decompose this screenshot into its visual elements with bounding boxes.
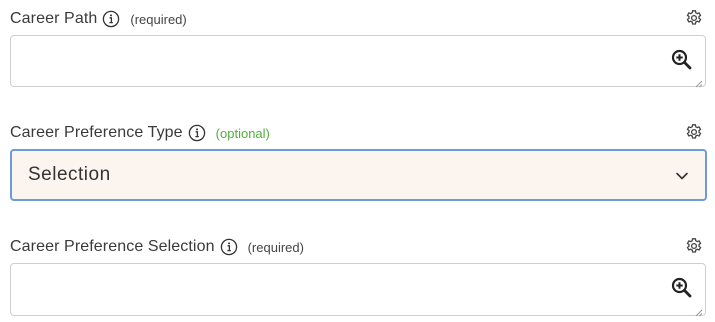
gear-icon[interactable] bbox=[685, 123, 703, 141]
optional-tag: (optional) bbox=[215, 125, 270, 141]
zoom-in-icon[interactable] bbox=[671, 277, 692, 298]
career-preference-type-label-row: Career Preference Type (optional) bbox=[10, 122, 270, 144]
resize-handle-icon[interactable] bbox=[694, 304, 703, 317]
career-preference-type-select[interactable]: Selection bbox=[10, 149, 707, 201]
career-path-label-row: Career Path (required) bbox=[10, 8, 187, 30]
career-path-input[interactable] bbox=[10, 35, 706, 88]
career-preference-selection-label-row: Career Preference Selection (required) bbox=[10, 236, 304, 258]
info-icon[interactable] bbox=[220, 238, 238, 256]
career-preference-type-label: Career Preference Type bbox=[10, 124, 183, 141]
gear-icon[interactable] bbox=[685, 9, 703, 27]
chevron-down-icon[interactable] bbox=[675, 169, 689, 183]
gear-icon[interactable] bbox=[685, 237, 703, 255]
info-icon[interactable] bbox=[188, 124, 206, 142]
info-icon[interactable] bbox=[102, 10, 120, 28]
required-tag: (required) bbox=[130, 11, 187, 27]
required-tag: (required) bbox=[247, 239, 304, 255]
career-path-label: Career Path bbox=[10, 10, 98, 27]
career-preference-selection-label: Career Preference Selection bbox=[10, 238, 215, 255]
career-preference-selection-input[interactable] bbox=[10, 263, 706, 317]
career-preference-type-selected-value: Selection bbox=[28, 164, 111, 185]
zoom-in-icon[interactable] bbox=[671, 49, 692, 70]
resize-handle-icon[interactable] bbox=[694, 75, 703, 88]
